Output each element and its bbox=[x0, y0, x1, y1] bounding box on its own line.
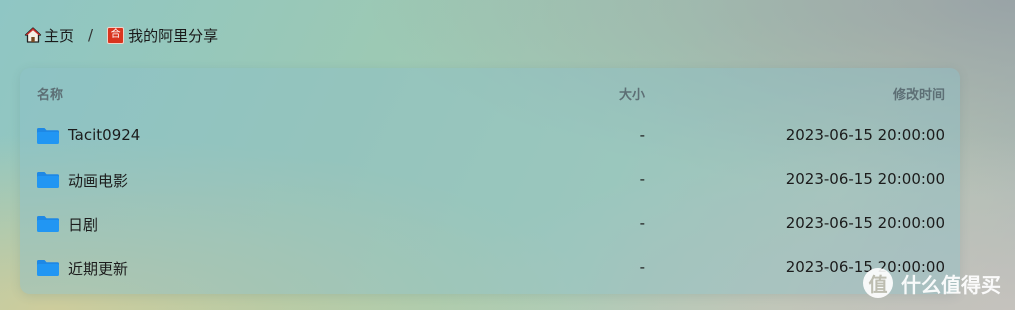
column-header-name[interactable]: 名称 bbox=[37, 84, 63, 103]
breadcrumb-home[interactable]: 主页 bbox=[24, 25, 74, 46]
column-header-size[interactable]: 大小 bbox=[619, 84, 645, 103]
file-modified: 2023-06-15 20:00:00 bbox=[785, 214, 945, 232]
folder-icon bbox=[37, 260, 59, 276]
file-modified: 2023-06-15 20:00:00 bbox=[785, 126, 945, 144]
table-header: 名称 大小 修改时间 bbox=[20, 68, 960, 114]
table-row[interactable]: 近期更新 - 2023-06-15 20:00:00 bbox=[20, 246, 960, 290]
breadcrumb-home-label: 主页 bbox=[44, 26, 75, 45]
watermark: 值 什么值得买 bbox=[863, 268, 1001, 298]
folder-icon bbox=[37, 172, 59, 188]
folder-icon bbox=[37, 216, 59, 232]
file-name: 日剧 bbox=[68, 216, 99, 234]
watermark-text: 什么值得买 bbox=[901, 272, 1001, 297]
file-size: - bbox=[639, 214, 645, 232]
file-list: Tacit0924 - 2023-06-15 20:00:00 动画电影 - 2… bbox=[20, 114, 960, 290]
file-name: Tacit0924 bbox=[68, 126, 141, 144]
breadcrumb: 主页 / 合 我的阿里分享 bbox=[24, 24, 218, 46]
file-modified: 2023-06-15 20:00:00 bbox=[785, 170, 945, 188]
file-list-card: 名称 大小 修改时间 Tacit0924 - 2023-06-15 20:00:… bbox=[20, 68, 960, 294]
file-size: - bbox=[639, 126, 645, 144]
breadcrumb-current[interactable]: 合 我的阿里分享 bbox=[107, 25, 218, 46]
table-row[interactable]: Tacit0924 - 2023-06-15 20:00:00 bbox=[20, 114, 960, 158]
home-icon bbox=[24, 27, 42, 43]
column-header-modified[interactable]: 修改时间 bbox=[893, 84, 945, 103]
folder-icon bbox=[37, 128, 59, 144]
share-icon: 合 bbox=[107, 26, 125, 44]
file-name: 近期更新 bbox=[68, 260, 129, 278]
file-size: - bbox=[639, 258, 645, 276]
breadcrumb-separator: / bbox=[88, 26, 94, 44]
table-row[interactable]: 日剧 - 2023-06-15 20:00:00 bbox=[20, 202, 960, 246]
file-name: 动画电影 bbox=[68, 172, 129, 190]
watermark-logo-icon: 值 bbox=[863, 268, 893, 298]
breadcrumb-current-label: 我的阿里分享 bbox=[128, 26, 219, 45]
table-row[interactable]: 动画电影 - 2023-06-15 20:00:00 bbox=[20, 158, 960, 202]
file-size: - bbox=[639, 170, 645, 188]
